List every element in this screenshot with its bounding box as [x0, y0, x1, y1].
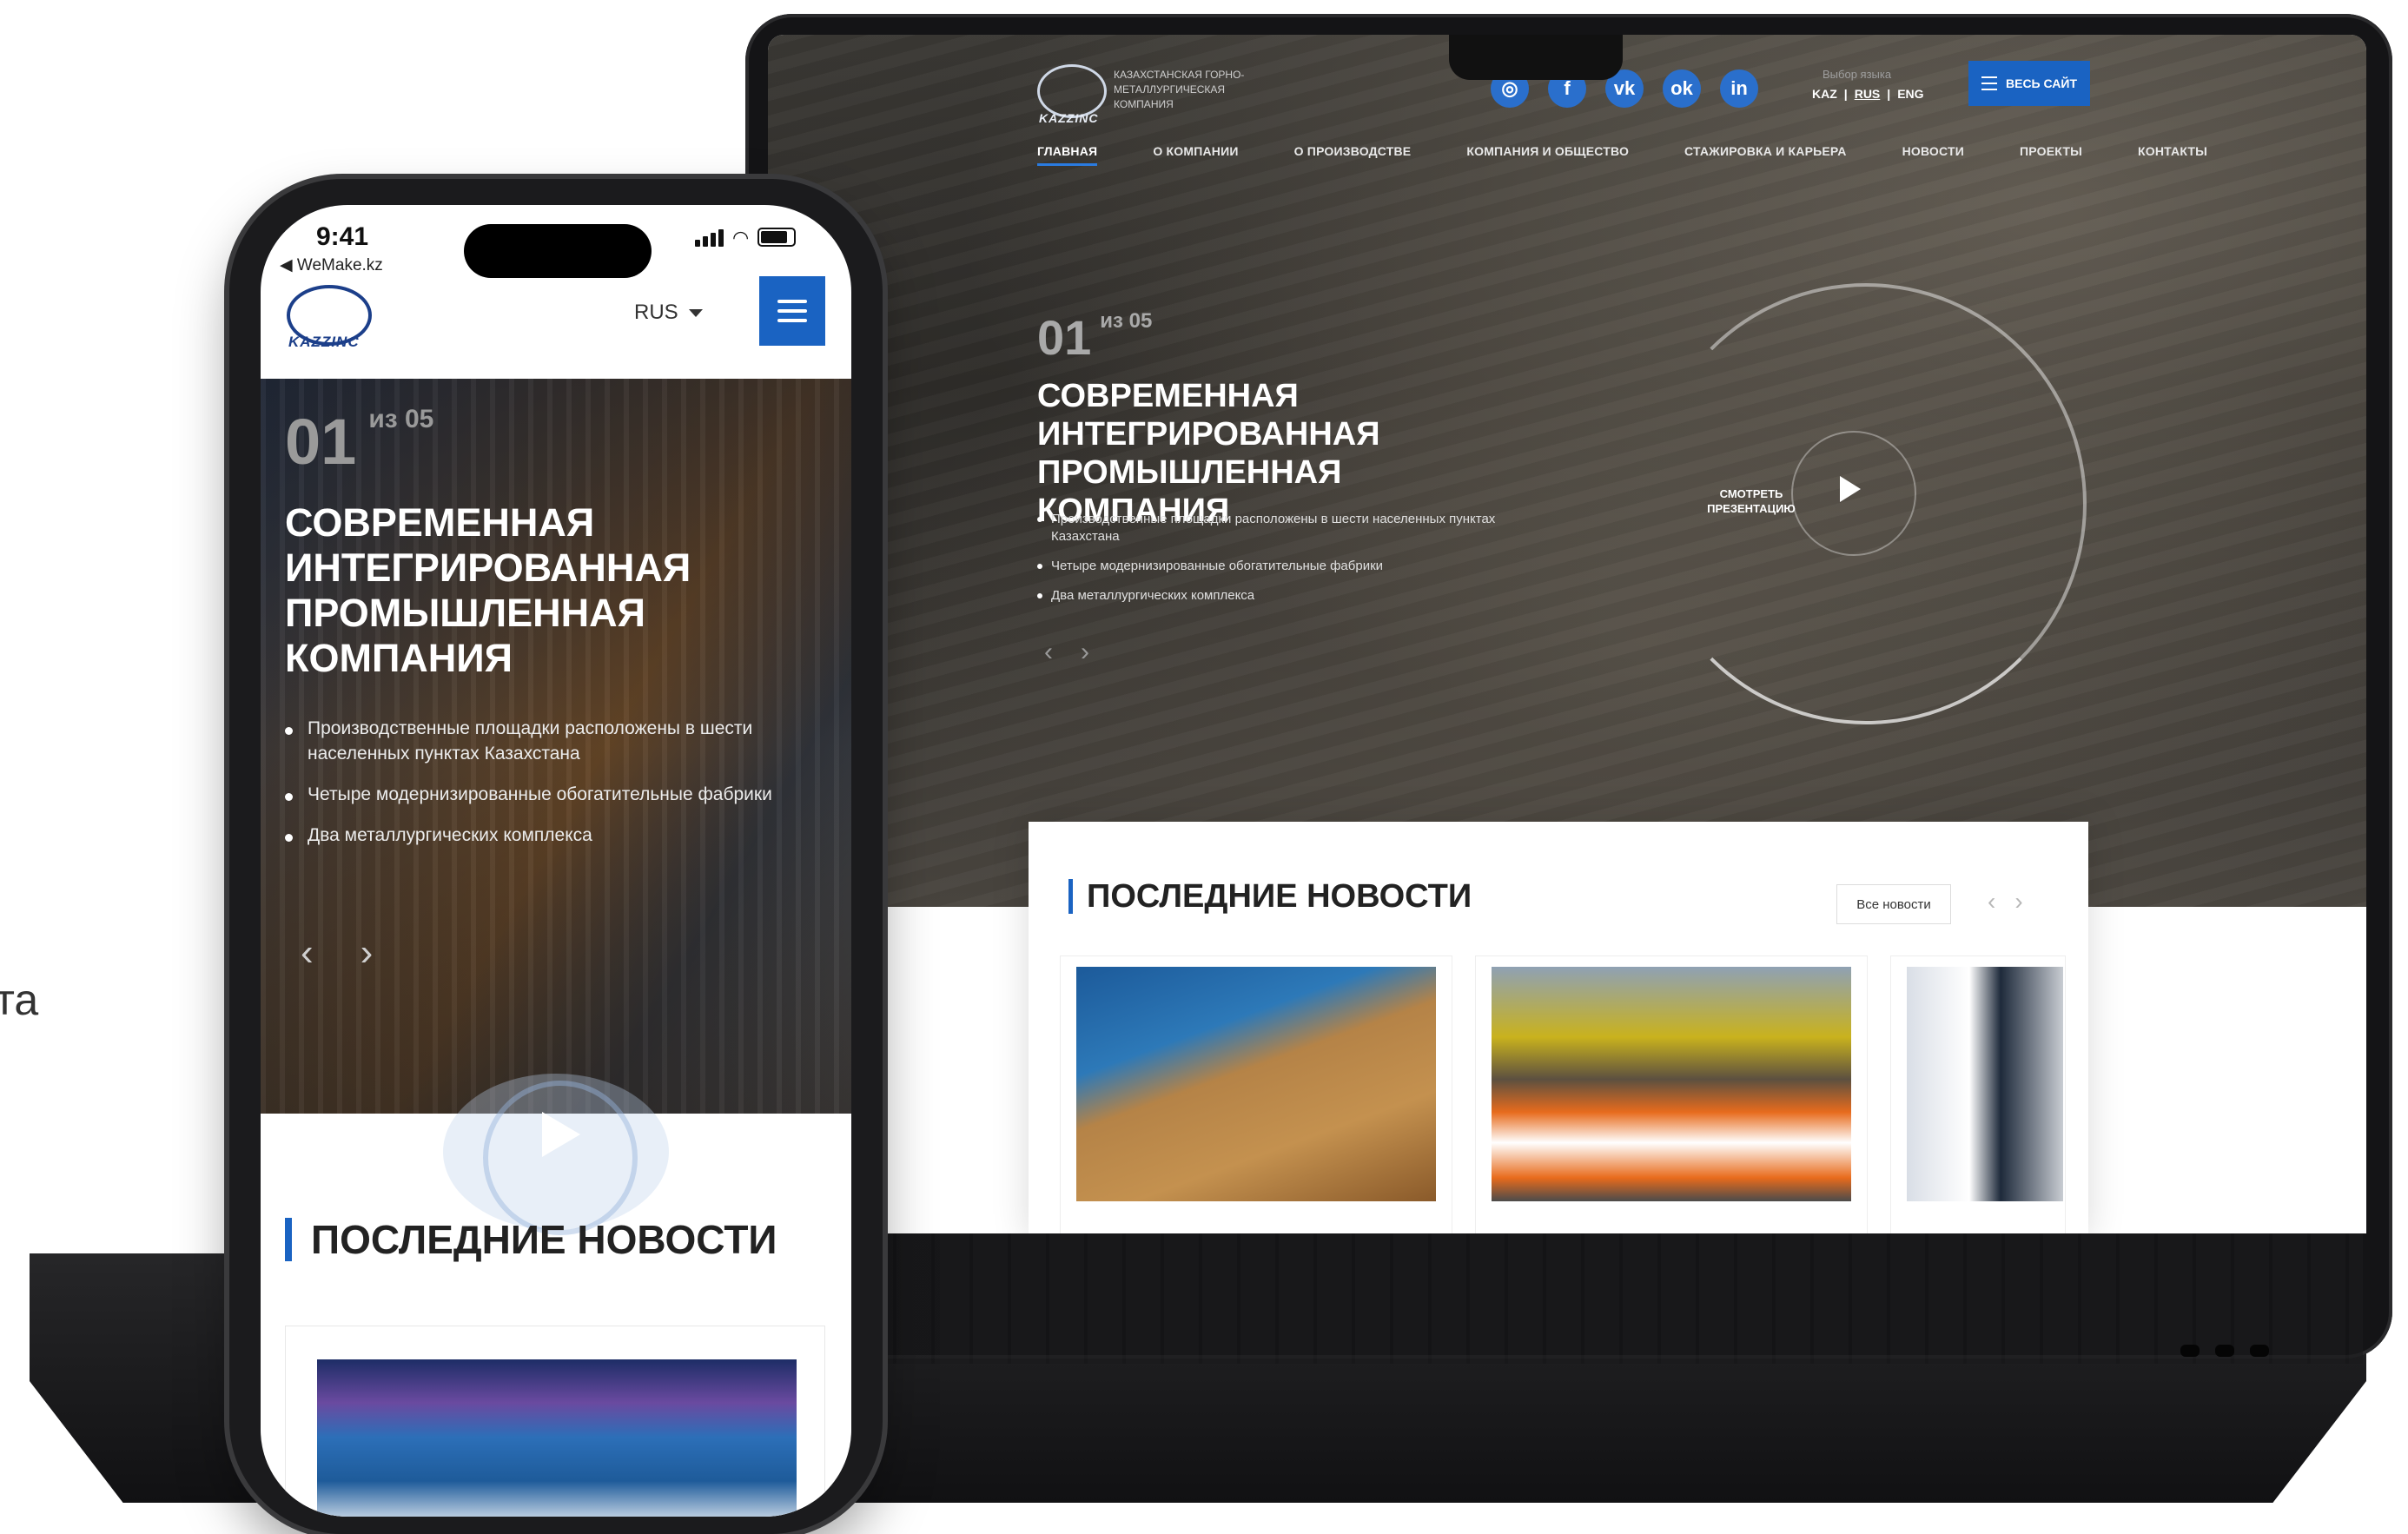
- news-image: [1907, 967, 2063, 1201]
- nav-news[interactable]: НОВОСТИ: [1902, 144, 1964, 166]
- nav-about[interactable]: О КОМПАНИИ: [1153, 144, 1238, 166]
- back-to-app-link[interactable]: ◀ WeMake.kz: [280, 255, 383, 275]
- lang-kaz[interactable]: KAZ: [1812, 87, 1837, 101]
- cropped-text-fragment: та: [0, 975, 39, 1024]
- battery-icon: [757, 228, 797, 247]
- camera-notch: [1449, 35, 1623, 80]
- slide-counter: 01 из 05: [285, 405, 433, 479]
- hero-bullet: Производственные площадки расположены в …: [1037, 511, 1541, 545]
- logo-wordmark[interactable]: KAZZINC: [288, 334, 360, 351]
- news-image: [1076, 967, 1436, 1201]
- news-next-icon[interactable]: ›: [2014, 888, 2022, 915]
- full-site-menu-button[interactable]: ВЕСЬ САЙТ: [1968, 61, 2090, 106]
- hero-bullet: Два металлургических комплекса: [1037, 587, 1541, 605]
- next-slide-icon[interactable]: ›: [1081, 638, 1089, 666]
- hero-bullets: Производственные площадки расположены в …: [285, 716, 815, 863]
- hero-bullet: Четыре модернизированные обогатительные …: [285, 782, 815, 807]
- linkedin-icon[interactable]: in: [1720, 69, 1758, 108]
- laptop-keyboard: [782, 1233, 2363, 1364]
- prev-slide-icon[interactable]: ‹: [301, 931, 314, 974]
- dynamic-island: [464, 224, 652, 278]
- lang-rus[interactable]: RUS: [1855, 87, 1881, 101]
- main-navigation: ГЛАВНАЯ О КОМПАНИИ О ПРОИЗВОДСТВЕ КОМПАН…: [1037, 144, 2207, 166]
- slide-total: из 05: [1100, 309, 1153, 333]
- nav-production[interactable]: О ПРОИЗВОДСТВЕ: [1294, 144, 1412, 166]
- logo-wordmark[interactable]: KAZZINC: [1039, 111, 1098, 125]
- watch-presentation-label[interactable]: СМОТРЕТЬ ПРЕЗЕНТАЦИЮ: [1699, 486, 1803, 516]
- slide-current: 01: [285, 406, 357, 478]
- prev-slide-icon[interactable]: ‹: [1044, 638, 1053, 666]
- hero-bullets: Производственные площадки расположены в …: [1037, 511, 1541, 617]
- news-image: [317, 1359, 797, 1517]
- menu-icon: [777, 300, 807, 303]
- news-card[interactable]: [1060, 955, 1452, 1233]
- phone-screen: 9:41 ◀ WeMake.kz ◠ KAZZINC RUS 01 из 05 С…: [261, 205, 851, 1517]
- status-time: 9:41: [316, 222, 369, 251]
- play-icon[interactable]: [542, 1112, 580, 1157]
- latest-news-section: ПОСЛЕДНИЕ НОВОСТИ Все новости ‹ ›: [1029, 822, 2088, 1233]
- language-switcher: KAZ | RUS | ENG: [1812, 87, 1924, 101]
- odnoklassniki-icon[interactable]: ok: [1663, 69, 1701, 108]
- nav-home[interactable]: ГЛАВНАЯ: [1037, 144, 1098, 166]
- nav-career[interactable]: СТАЖИРОВКА И КАРЬЕРА: [1684, 144, 1847, 166]
- news-card[interactable]: [1475, 955, 1868, 1233]
- phone-frame: 9:41 ◀ WeMake.kz ◠ KAZZINC RUS 01 из 05 С…: [229, 179, 883, 1534]
- laptop-screen: KAZZINC КАЗАХСТАНСКАЯ ГОРНО-МЕТАЛЛУРГИЧЕ…: [768, 35, 2366, 1233]
- laptop-ports: [2180, 1345, 2319, 1362]
- menu-button[interactable]: [759, 276, 825, 346]
- all-news-button[interactable]: Все новости: [1836, 884, 1951, 924]
- slide-current: 01: [1037, 310, 1092, 365]
- full-site-label: ВЕСЬ САЙТ: [2006, 76, 2077, 90]
- status-icons: ◠: [695, 227, 797, 248]
- company-tagline: КАЗАХСТАНСКАЯ ГОРНО-МЕТАЛЛУРГИЧЕСКАЯ КОМ…: [1114, 69, 1245, 110]
- news-heading: ПОСЛЕДНИЕ НОВОСТИ: [285, 1218, 777, 1261]
- news-card[interactable]: [1890, 955, 2066, 1233]
- hero-title: СОВРЕМЕННАЯ ИНТЕГРИРОВАННАЯ ПРОМЫШЛЕННАЯ…: [285, 500, 691, 680]
- news-card[interactable]: [285, 1326, 825, 1517]
- slide-counter: 01 из 05: [1037, 309, 1152, 366]
- caret-down-icon: [688, 308, 703, 317]
- signal-icon: [695, 229, 724, 247]
- language-dropdown[interactable]: RUS: [634, 301, 703, 325]
- slide-total: из 05: [368, 405, 434, 433]
- slider-arrows: ‹ ›: [301, 931, 420, 975]
- hero-bullet: Четыре модернизированные обогатительные …: [1037, 558, 1541, 575]
- news-arrows: ‹ ›: [1988, 888, 2042, 916]
- nav-society[interactable]: КОМПАНИЯ И ОБЩЕСТВО: [1466, 144, 1629, 166]
- language-value: RUS: [634, 301, 678, 324]
- language-label: Выбор языка: [1823, 68, 1892, 81]
- lang-eng[interactable]: ENG: [1897, 87, 1923, 101]
- hero-bullet: Два металлургических комплекса: [285, 823, 815, 848]
- nav-projects[interactable]: ПРОЕКТЫ: [2020, 144, 2082, 166]
- news-image: [1492, 967, 1851, 1201]
- hero-bullet: Производственные площадки расположены в …: [285, 716, 815, 766]
- nav-contacts[interactable]: КОНТАКТЫ: [2138, 144, 2207, 166]
- news-prev-icon[interactable]: ‹: [1988, 888, 1995, 915]
- next-slide-icon[interactable]: ›: [361, 931, 374, 974]
- hero-title: СОВРЕМЕННАЯ ИНТЕГРИРОВАННАЯ ПРОМЫШЛЕННАЯ…: [1037, 378, 1380, 529]
- wifi-icon: ◠: [732, 227, 750, 248]
- hero-section: 01 из 05 СОВРЕМЕННАЯ ИНТЕГРИРОВАННАЯ ПРОМ…: [261, 379, 851, 1114]
- menu-icon: [1981, 76, 1997, 90]
- play-icon[interactable]: [1840, 476, 1861, 502]
- slider-arrows: ‹ ›: [1044, 638, 1117, 667]
- kazzinc-logo-icon[interactable]: [1037, 64, 1107, 118]
- hero-section: KAZZINC КАЗАХСТАНСКАЯ ГОРНО-МЕТАЛЛУРГИЧЕ…: [768, 35, 2366, 907]
- news-heading: ПОСЛЕДНИЕ НОВОСТИ: [1068, 879, 1472, 914]
- play-button-ring[interactable]: [483, 1081, 638, 1235]
